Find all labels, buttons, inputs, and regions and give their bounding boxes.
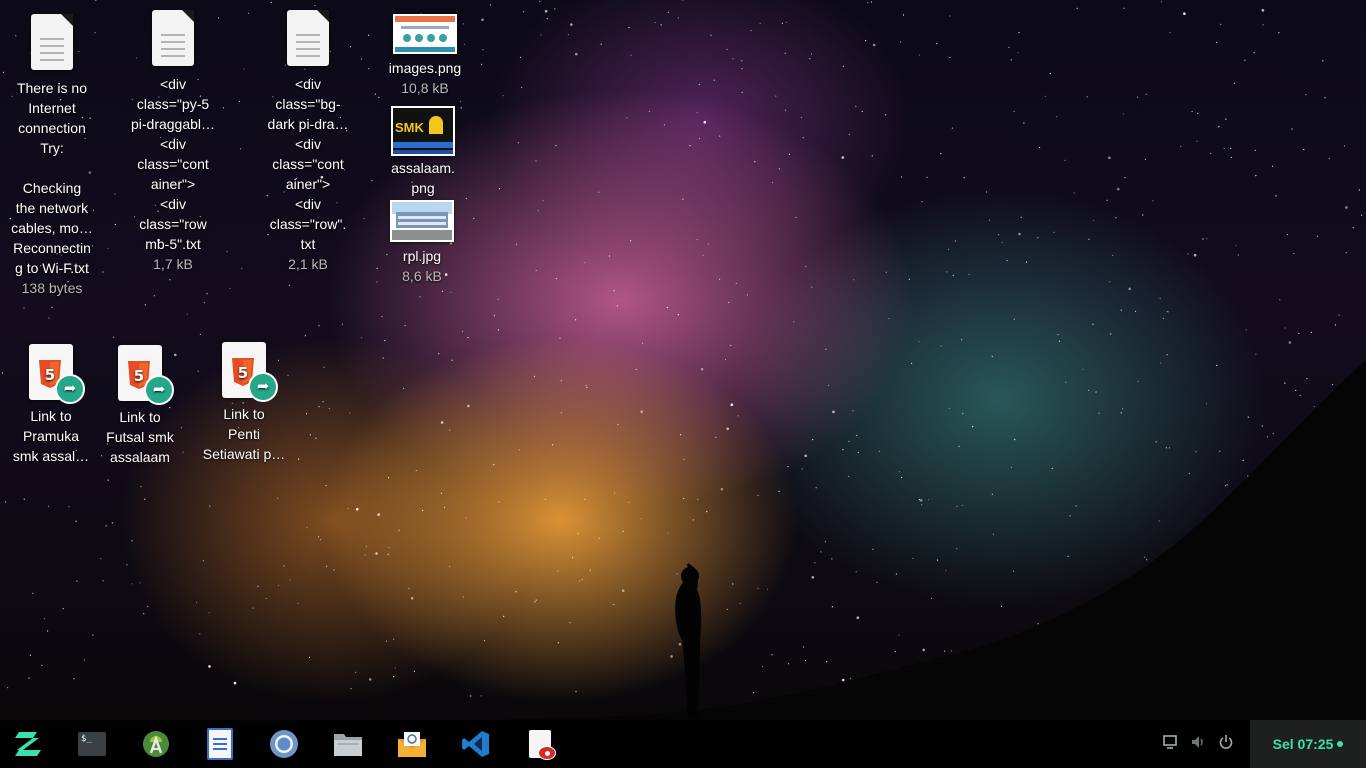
desktop-link-penti[interactable]: 5 ➦ Link to Penti Setiawati p… [198, 342, 290, 464]
files-icon[interactable] [332, 728, 364, 760]
file-label: There is no Internet connection Try: Che… [11, 80, 93, 276]
android-studio-icon[interactable] [140, 728, 172, 760]
file-size: 8,6 kB [402, 268, 442, 284]
document-viewer-icon[interactable] [524, 728, 556, 760]
file-label: Link to Futsal smk assalaam [106, 409, 174, 465]
html5-link-icon: 5 ➦ [222, 342, 278, 402]
file-size: 138 bytes [21, 280, 83, 296]
taskbar: $_ [0, 720, 1366, 768]
desktop-file-rpl-jpg[interactable]: rpl.jpg 8,6 kB [377, 200, 467, 286]
desktop-file-no-internet-txt[interactable]: There is no Internet connection Try: Che… [8, 14, 96, 298]
smk-logo-thumbnail-icon: SMK [391, 106, 455, 156]
desktop-file-assalaam-png[interactable]: SMK assalaam. png [378, 106, 468, 198]
desktop-file-py5-txt[interactable]: <div class="py-5 pi-draggabl… <div class… [128, 10, 218, 274]
file-label: <div class="py-5 pi-draggabl… <div class… [130, 76, 216, 252]
svg-text:5: 5 [45, 366, 55, 384]
power-icon[interactable] [1216, 734, 1236, 754]
volume-icon[interactable] [1188, 734, 1208, 754]
clock-button[interactable]: Sel 07:25 [1250, 720, 1366, 768]
text-file-icon [152, 10, 194, 66]
text-file-icon [287, 10, 329, 66]
file-size: 10,8 kB [401, 80, 449, 96]
svg-text:5: 5 [238, 364, 248, 382]
smk-logo-text: SMK [395, 120, 424, 135]
zorin-menu-icon[interactable] [12, 728, 44, 760]
text-file-icon [31, 14, 73, 70]
file-label: images.png [388, 60, 462, 76]
svg-text:5: 5 [134, 367, 144, 385]
link-arrow-icon: ➦ [55, 374, 85, 404]
terminal-prompt: $_ [78, 732, 106, 756]
clock-time: Sel 07:25 [1272, 736, 1334, 752]
chromium-icon[interactable] [268, 728, 300, 760]
desktop-file-bg-dark-txt[interactable]: <div class="bg- dark pi-dra… <div class=… [263, 10, 353, 274]
display-icon[interactable] [1160, 734, 1180, 754]
desktop-background[interactable]: There is no Internet connection Try: Che… [0, 0, 1366, 768]
text-editor-icon[interactable] [204, 728, 236, 760]
person-silhouette [675, 563, 702, 718]
html5-link-icon: 5 ➦ [118, 345, 174, 405]
html5-link-icon: 5 ➦ [29, 344, 85, 404]
terminal-icon[interactable]: $_ [76, 728, 108, 760]
file-label: assalaam. png [391, 160, 455, 196]
file-label: Link to Penti Setiawati p… [202, 406, 286, 462]
file-size: 2,1 kB [288, 256, 328, 272]
photo-thumbnail-icon [390, 200, 454, 242]
desktop-link-pramuka[interactable]: 5 ➦ Link to Pramuka smk assal… [6, 344, 96, 466]
file-label: <div class="bg- dark pi-dra… <div class=… [267, 76, 349, 252]
file-label: rpl.jpg [402, 248, 442, 264]
vscode-icon[interactable] [460, 728, 492, 760]
file-size: 1,7 kB [153, 256, 193, 272]
desktop-link-futsal[interactable]: 5 ➦ Link to Futsal smk assalaam [96, 345, 184, 467]
notification-dot [1337, 741, 1344, 747]
link-arrow-icon: ➦ [248, 372, 278, 402]
image-thumbnail-icon [393, 14, 457, 54]
desktop-file-images-png[interactable]: images.png 10,8 kB [380, 14, 470, 98]
link-arrow-icon: ➦ [144, 375, 174, 405]
file-label: Link to Pramuka smk assal… [12, 408, 90, 464]
mail-icon[interactable] [396, 728, 428, 760]
